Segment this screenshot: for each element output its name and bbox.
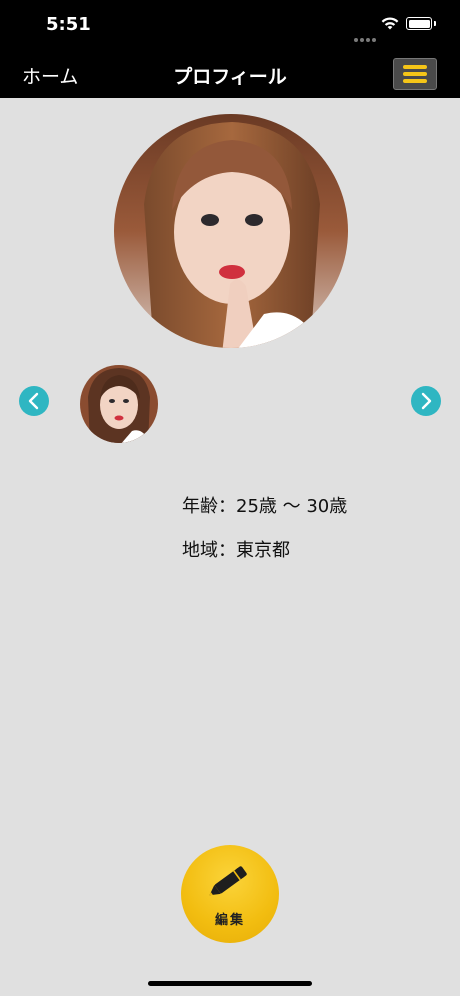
menu-button[interactable] [393, 58, 437, 90]
region-value: 東京都 [236, 540, 290, 561]
home-indicator [148, 981, 312, 986]
profile-photo [114, 114, 348, 348]
cellular-signal-icon [354, 27, 378, 46]
region-row: 地域：東京都 [182, 536, 290, 562]
edit-button[interactable]: 編集 [181, 845, 279, 943]
age-label: 年齢 [182, 496, 218, 517]
page-title: プロフィール [173, 66, 287, 88]
pencil-icon [209, 866, 247, 896]
age-value: 25歳 〜 30歳 [236, 496, 348, 517]
previous-photo-button[interactable] [19, 386, 49, 416]
age-separator: ： [218, 496, 236, 517]
chevron-right-icon [421, 392, 432, 410]
region-separator: ： [218, 540, 236, 561]
age-row: 年齢：25歳 〜 30歳 [182, 492, 347, 518]
status-bar: 5:51 [0, 0, 460, 50]
region-label: 地域 [182, 540, 218, 561]
profile-thumbnail[interactable] [80, 365, 158, 443]
next-photo-button[interactable] [411, 386, 441, 416]
wifi-icon [380, 15, 400, 35]
status-time: 5:51 [46, 14, 91, 35]
chevron-left-icon [28, 392, 39, 410]
edit-label: 編集 [214, 913, 245, 928]
battery-icon [406, 17, 436, 30]
navigation-bar: ホーム プロフィール [0, 50, 460, 98]
